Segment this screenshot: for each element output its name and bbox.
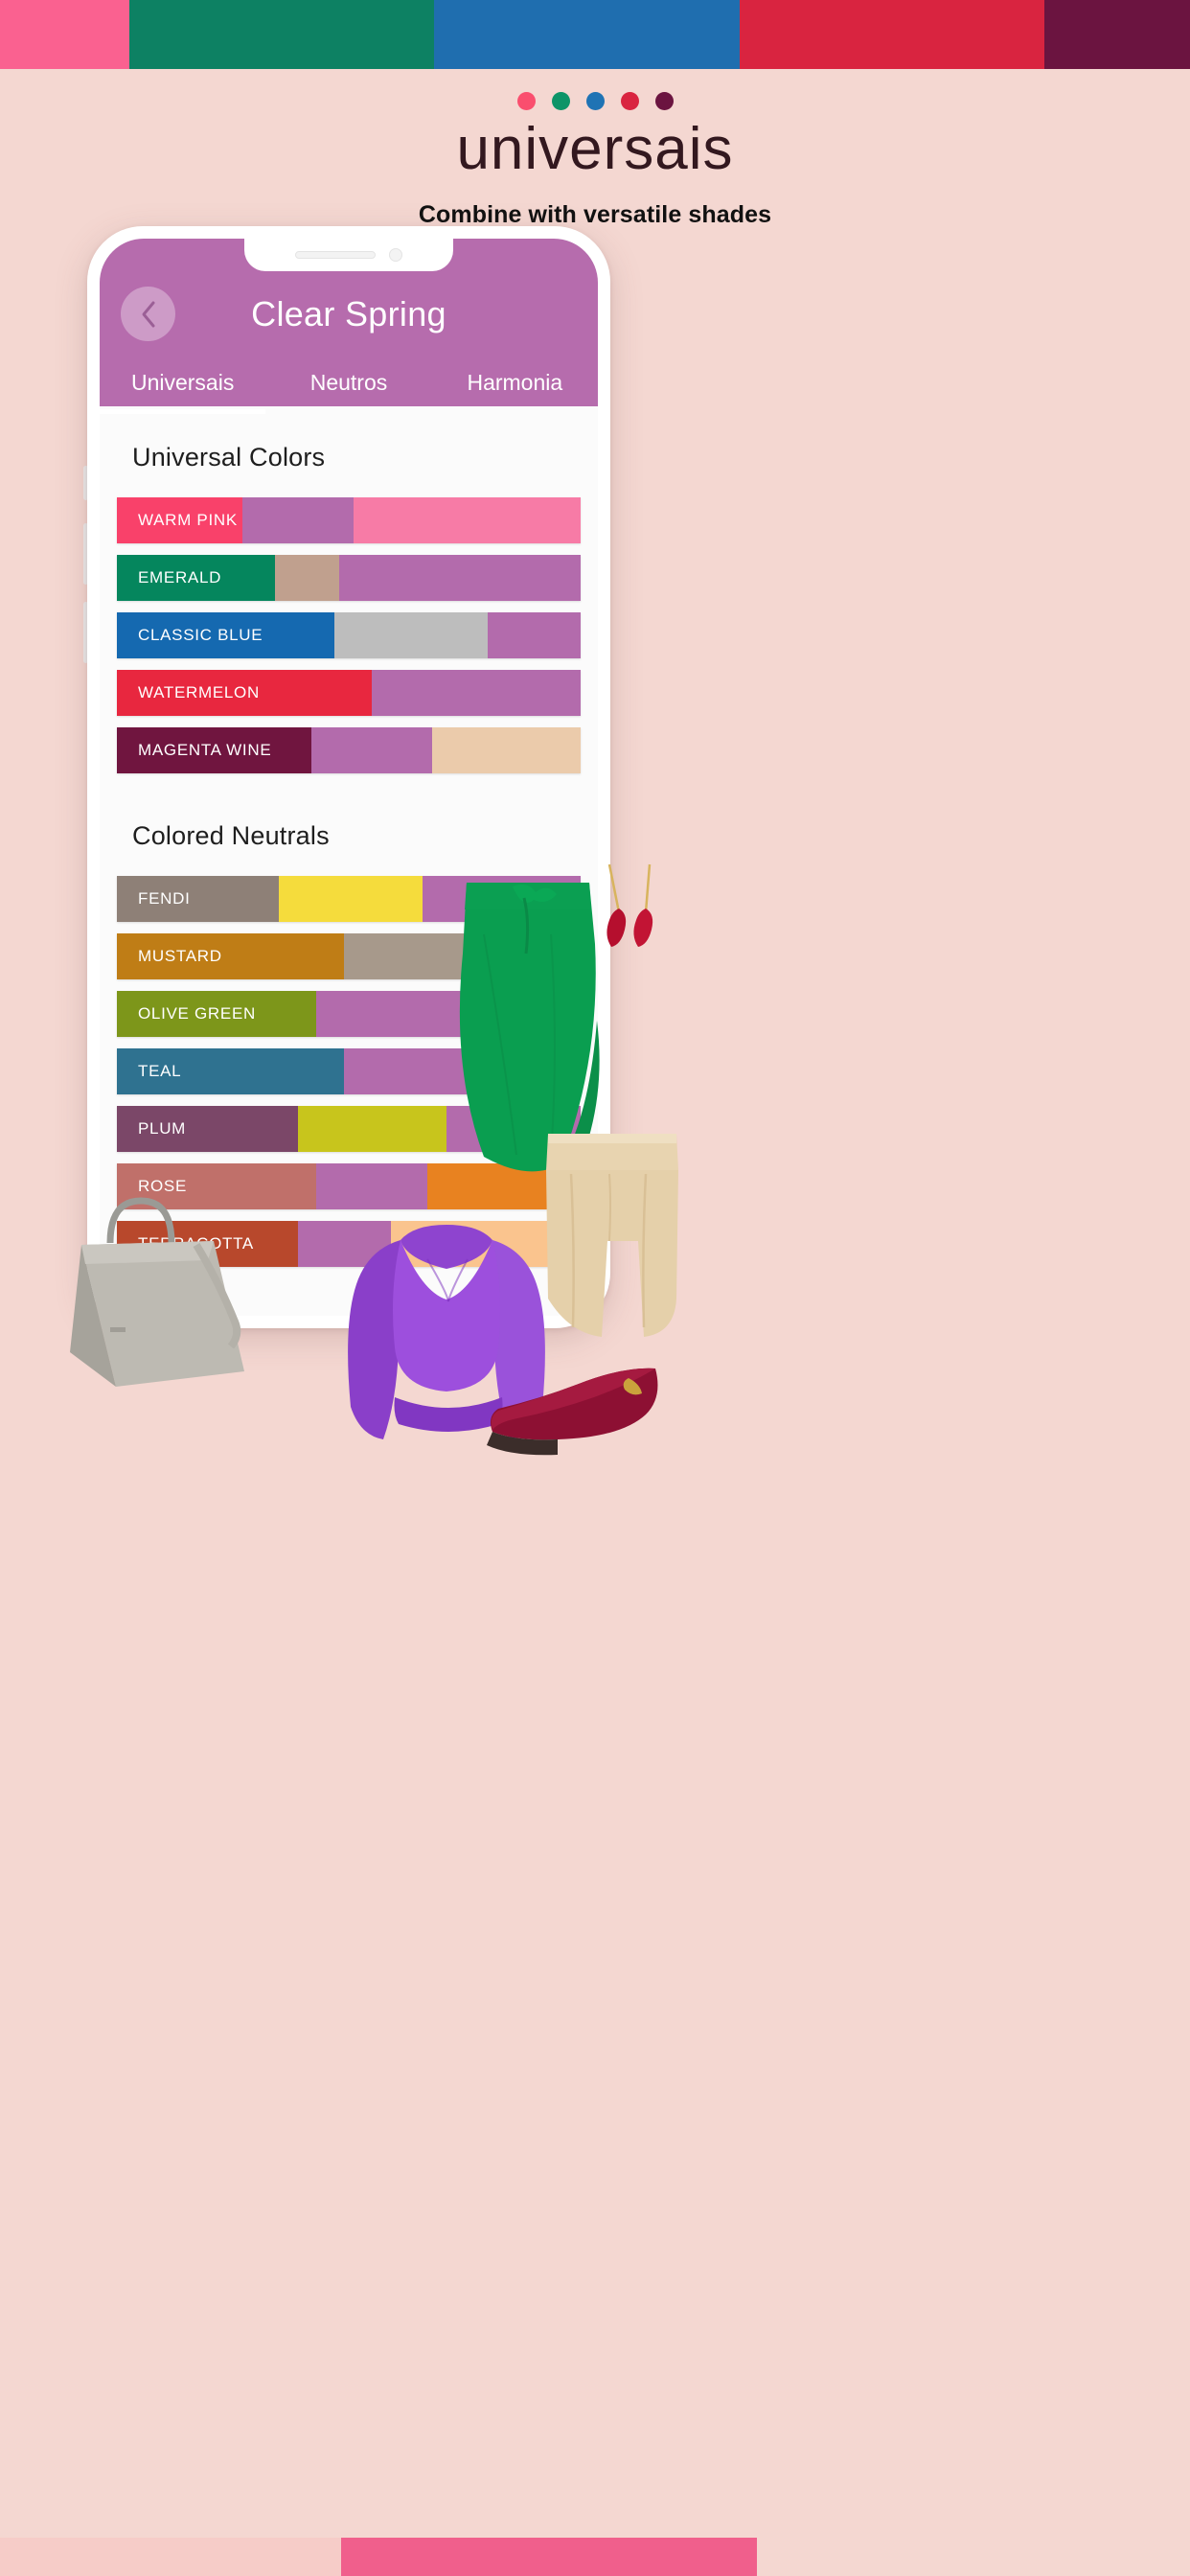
bottom-swatch-0	[0, 2538, 341, 2576]
app-header: Clear Spring Universais Neutros Harmonia	[100, 239, 598, 414]
color-swatch-row[interactable]: CLASSIC BLUE	[117, 612, 581, 658]
strip-swatch-4	[1043, 0, 1190, 69]
section-title-universal-colors: Universal Colors	[132, 443, 326, 472]
page-title: universais	[456, 116, 734, 182]
swatch-companion-segment	[334, 612, 489, 658]
swatch-label: PLUM	[117, 1106, 298, 1152]
color-swatch-row[interactable]: MAGENTA WINE	[117, 727, 581, 773]
handbag-illustration	[53, 1184, 254, 1399]
swatch-companion-segment	[432, 727, 581, 773]
strip-swatch-0	[0, 0, 129, 69]
swatch-label: WATERMELON	[117, 670, 373, 716]
phone-notch	[244, 239, 453, 271]
front-camera-icon	[389, 248, 402, 262]
color-swatch-row[interactable]: WARM PINK	[117, 497, 581, 543]
swatch-companion-segment	[274, 555, 340, 601]
page-subtitle: Combine with versatile shades	[418, 201, 772, 229]
swatch-companion-segment	[488, 612, 581, 658]
tab-harmonia[interactable]: Harmonia	[432, 370, 598, 414]
top-color-strip	[0, 0, 1190, 69]
earpiece-speaker	[295, 251, 376, 259]
strip-swatch-2	[434, 0, 740, 69]
tab-neutros[interactable]: Neutros	[265, 370, 431, 414]
brand-dots	[0, 92, 1190, 110]
swatch-label: FENDI	[117, 876, 280, 922]
swatch-companion-segment	[372, 670, 581, 716]
brand-dot-3	[620, 92, 639, 110]
swatch-label: TEAL	[117, 1048, 345, 1094]
section-title-colored-neutrals: Colored Neutrals	[132, 821, 330, 850]
strip-swatch-1	[129, 0, 435, 69]
brand-block: universais Combine with versatile shades	[0, 69, 1190, 229]
swatch-companion-segment	[279, 876, 423, 922]
tab-bar: Universais Neutros Harmonia	[100, 370, 598, 414]
swatch-companion-segment	[311, 727, 433, 773]
swatch-companion-segment	[339, 555, 581, 601]
swatch-label: EMERALD	[117, 555, 275, 601]
swatch-label: OLIVE GREEN	[117, 991, 317, 1037]
swatch-label: CLASSIC BLUE	[117, 612, 335, 658]
swatch-label: WARM PINK	[117, 497, 242, 543]
brand-dot-4	[654, 92, 674, 110]
bottom-swatch-1	[341, 2538, 757, 2576]
brand-dot-0	[516, 92, 536, 110]
swatch-companion-segment	[316, 1163, 428, 1209]
color-swatch-row[interactable]: EMERALD	[117, 555, 581, 601]
color-swatch-row[interactable]: WATERMELON	[117, 670, 581, 716]
swatch-companion-segment	[241, 497, 354, 543]
swatch-label: MUSTARD	[117, 933, 345, 979]
bottom-swatch-2	[757, 2538, 1190, 2576]
screen-title: Clear Spring	[251, 293, 446, 334]
universal-colors-list: WARM PINK EMERALD CLASSIC BLUE WATERMELON MA…	[100, 497, 598, 773]
bottom-color-strip	[0, 2538, 1190, 2576]
tab-universais[interactable]: Universais	[100, 370, 266, 414]
shoe-illustration	[477, 1355, 669, 1470]
brand-dot-1	[551, 92, 570, 110]
strip-swatch-3	[739, 0, 1044, 69]
swatch-companion-segment	[297, 1106, 446, 1152]
swatch-companion-segment	[353, 497, 581, 543]
swatch-label: MAGENTA WINE	[117, 727, 312, 773]
brand-dot-2	[585, 92, 605, 110]
